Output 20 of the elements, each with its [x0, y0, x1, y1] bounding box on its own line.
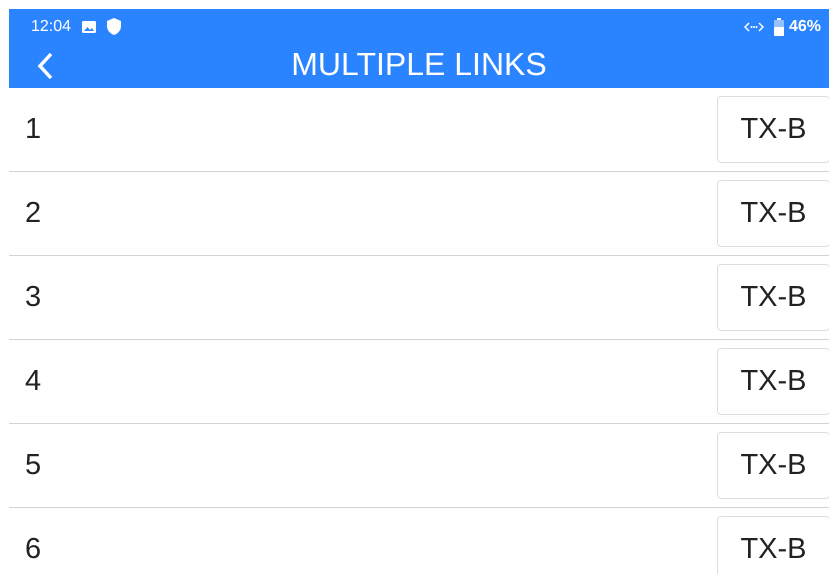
transmitter-button[interactable]: TX-B: [717, 432, 829, 499]
transmitter-button[interactable]: TX-B: [717, 516, 829, 574]
transmitter-button[interactable]: TX-B: [717, 180, 829, 247]
transmitter-button[interactable]: TX-B: [717, 348, 829, 415]
link-number: 4: [25, 365, 42, 398]
transmitter-button[interactable]: TX-B: [717, 96, 829, 163]
link-number: 6: [25, 533, 42, 566]
data-transfer-icon: [744, 20, 764, 32]
link-number: 3: [25, 281, 42, 314]
link-number: 1: [25, 113, 42, 146]
transmitter-button[interactable]: TX-B: [717, 264, 829, 331]
link-number: 2: [25, 197, 42, 230]
shield-icon: [107, 18, 122, 35]
status-time: 12:04: [31, 18, 72, 36]
link-number: 5: [25, 449, 42, 482]
battery-icon: [774, 18, 784, 36]
image-icon: [81, 18, 98, 34]
back-icon[interactable]: [37, 52, 53, 80]
page-title: MULTIPLE LINKS: [291, 46, 547, 82]
battery-percentage: 46%: [788, 18, 821, 36]
